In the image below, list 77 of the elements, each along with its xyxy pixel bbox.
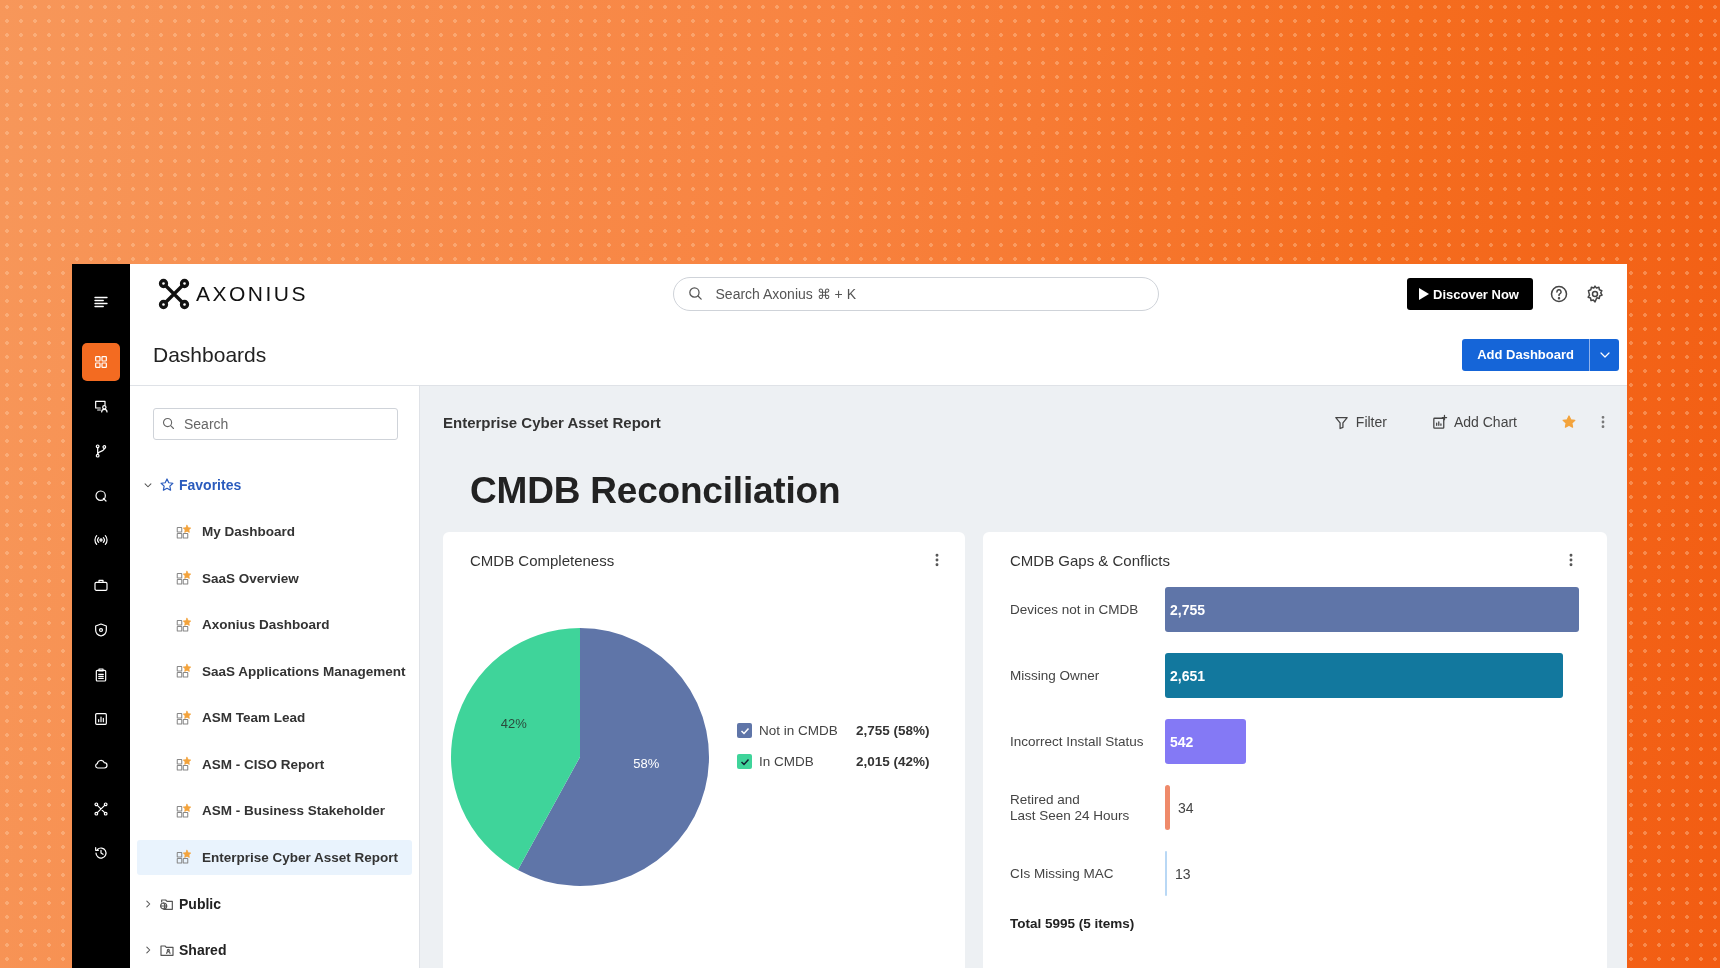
toolbar-button[interactable]: Filter	[1332, 413, 1387, 431]
bar-label: Incorrect Install Status	[1010, 733, 1145, 750]
legend-checkbox[interactable]	[737, 723, 752, 738]
discover-button[interactable]: Discover Now	[1407, 278, 1533, 310]
bar	[1165, 785, 1171, 830]
group-label: Favorites	[179, 477, 242, 494]
dashboard-heading: CMDB Reconciliation	[470, 470, 842, 512]
dashboard-star-icon	[175, 708, 193, 727]
tree-item[interactable]: My Dashboard	[137, 514, 412, 550]
dashboard-star-icon	[175, 801, 193, 820]
search-field[interactable]: Search Axonius ⌘ + K	[672, 277, 1159, 311]
bar-label: Retired and Last Seen 24 Hours	[1010, 792, 1131, 823]
bar-chart-icon	[93, 711, 109, 728]
legend-value: 2,755 (58%)	[856, 723, 930, 738]
clipboard-icon	[93, 666, 109, 683]
tree-item[interactable]: SaaS Overview	[137, 560, 412, 596]
legend-label: Not in CMDB	[759, 723, 839, 738]
branch-icon	[93, 443, 109, 460]
legend-checkbox[interactable]	[737, 754, 752, 769]
total-text: Total 5995 (5 items)	[1010, 916, 1136, 931]
star-icon	[159, 477, 175, 494]
search-field[interactable]: Search	[153, 408, 398, 440]
group-label: Public	[179, 895, 221, 912]
briefcase-icon	[93, 577, 109, 594]
bar-label: Missing Owner	[1010, 667, 1101, 684]
bar-label: CIs Missing MAC	[1010, 865, 1115, 882]
slice-label: 58%	[633, 756, 660, 771]
star-icon	[1561, 414, 1577, 430]
help-icon	[1549, 284, 1569, 304]
monitor-user-icon	[93, 398, 109, 415]
dashboard-star-icon	[175, 755, 193, 774]
add-chart-icon	[1430, 413, 1448, 431]
dropdown-button[interactable]	[1589, 338, 1619, 371]
dashboard-star-icon	[175, 848, 193, 867]
dashboard-star-icon	[175, 522, 193, 541]
dashboard-name: Enterprise Cyber Asset Report	[443, 413, 661, 431]
bar-value: 13	[1174, 865, 1191, 882]
bar-value: 34	[1178, 799, 1194, 816]
tree-item[interactable]: ASM - CISO Report	[137, 746, 412, 782]
tree-group[interactable]: Favorites	[137, 462, 412, 509]
legend-value: 2,015 (42%)	[856, 754, 930, 769]
card-title: CMDB Gaps & Conflicts	[1010, 551, 1171, 569]
tree-item[interactable]: Enterprise Cyber Asset Report	[137, 839, 412, 875]
toolbar-button[interactable]: Add Chart	[1430, 413, 1517, 431]
tree-group[interactable]: Shared	[137, 927, 412, 968]
nav-button[interactable]	[82, 342, 120, 381]
slice-label: 42%	[500, 716, 527, 731]
logo-icon	[156, 276, 192, 312]
search-icon	[686, 285, 704, 302]
legend-label: In CMDB	[759, 754, 815, 769]
settings-button[interactable]	[1585, 284, 1605, 304]
card-title: CMDB Completeness	[470, 551, 615, 569]
search-icon	[93, 487, 109, 504]
tree-item[interactable]: ASM - Business Stakeholder	[137, 793, 412, 829]
settings-icon	[1585, 284, 1605, 304]
bar-value: 2,651	[1170, 667, 1206, 684]
play-icon	[1419, 288, 1429, 300]
bar-value: 542	[1170, 733, 1194, 750]
grid-icon	[93, 353, 109, 370]
group-label: Shared	[179, 942, 227, 959]
bar-label: Devices not in CMDB	[1010, 601, 1140, 618]
tree-item[interactable]: Axonius Dashboard	[137, 607, 412, 643]
tree-group[interactable]: Public	[137, 880, 412, 927]
tree-item[interactable]: SaaS Applications Management	[137, 653, 412, 689]
network-icon	[93, 800, 109, 817]
bar-value: 2,755	[1170, 601, 1206, 618]
shared-folder-icon	[159, 942, 175, 959]
page-title: Dashboards	[153, 342, 267, 367]
dashboard-star-icon	[175, 662, 193, 681]
add-dashboard-button[interactable]: Add Dashboard	[1462, 338, 1589, 371]
dashboard-star-icon	[175, 569, 193, 588]
dashboard-star-icon	[175, 615, 193, 634]
history-icon	[93, 845, 109, 862]
logo-text: AXONIUS	[196, 282, 309, 306]
tree-item[interactable]: ASM Team Lead	[137, 700, 412, 736]
shield-icon	[93, 621, 109, 638]
help-button[interactable]	[1549, 284, 1569, 304]
